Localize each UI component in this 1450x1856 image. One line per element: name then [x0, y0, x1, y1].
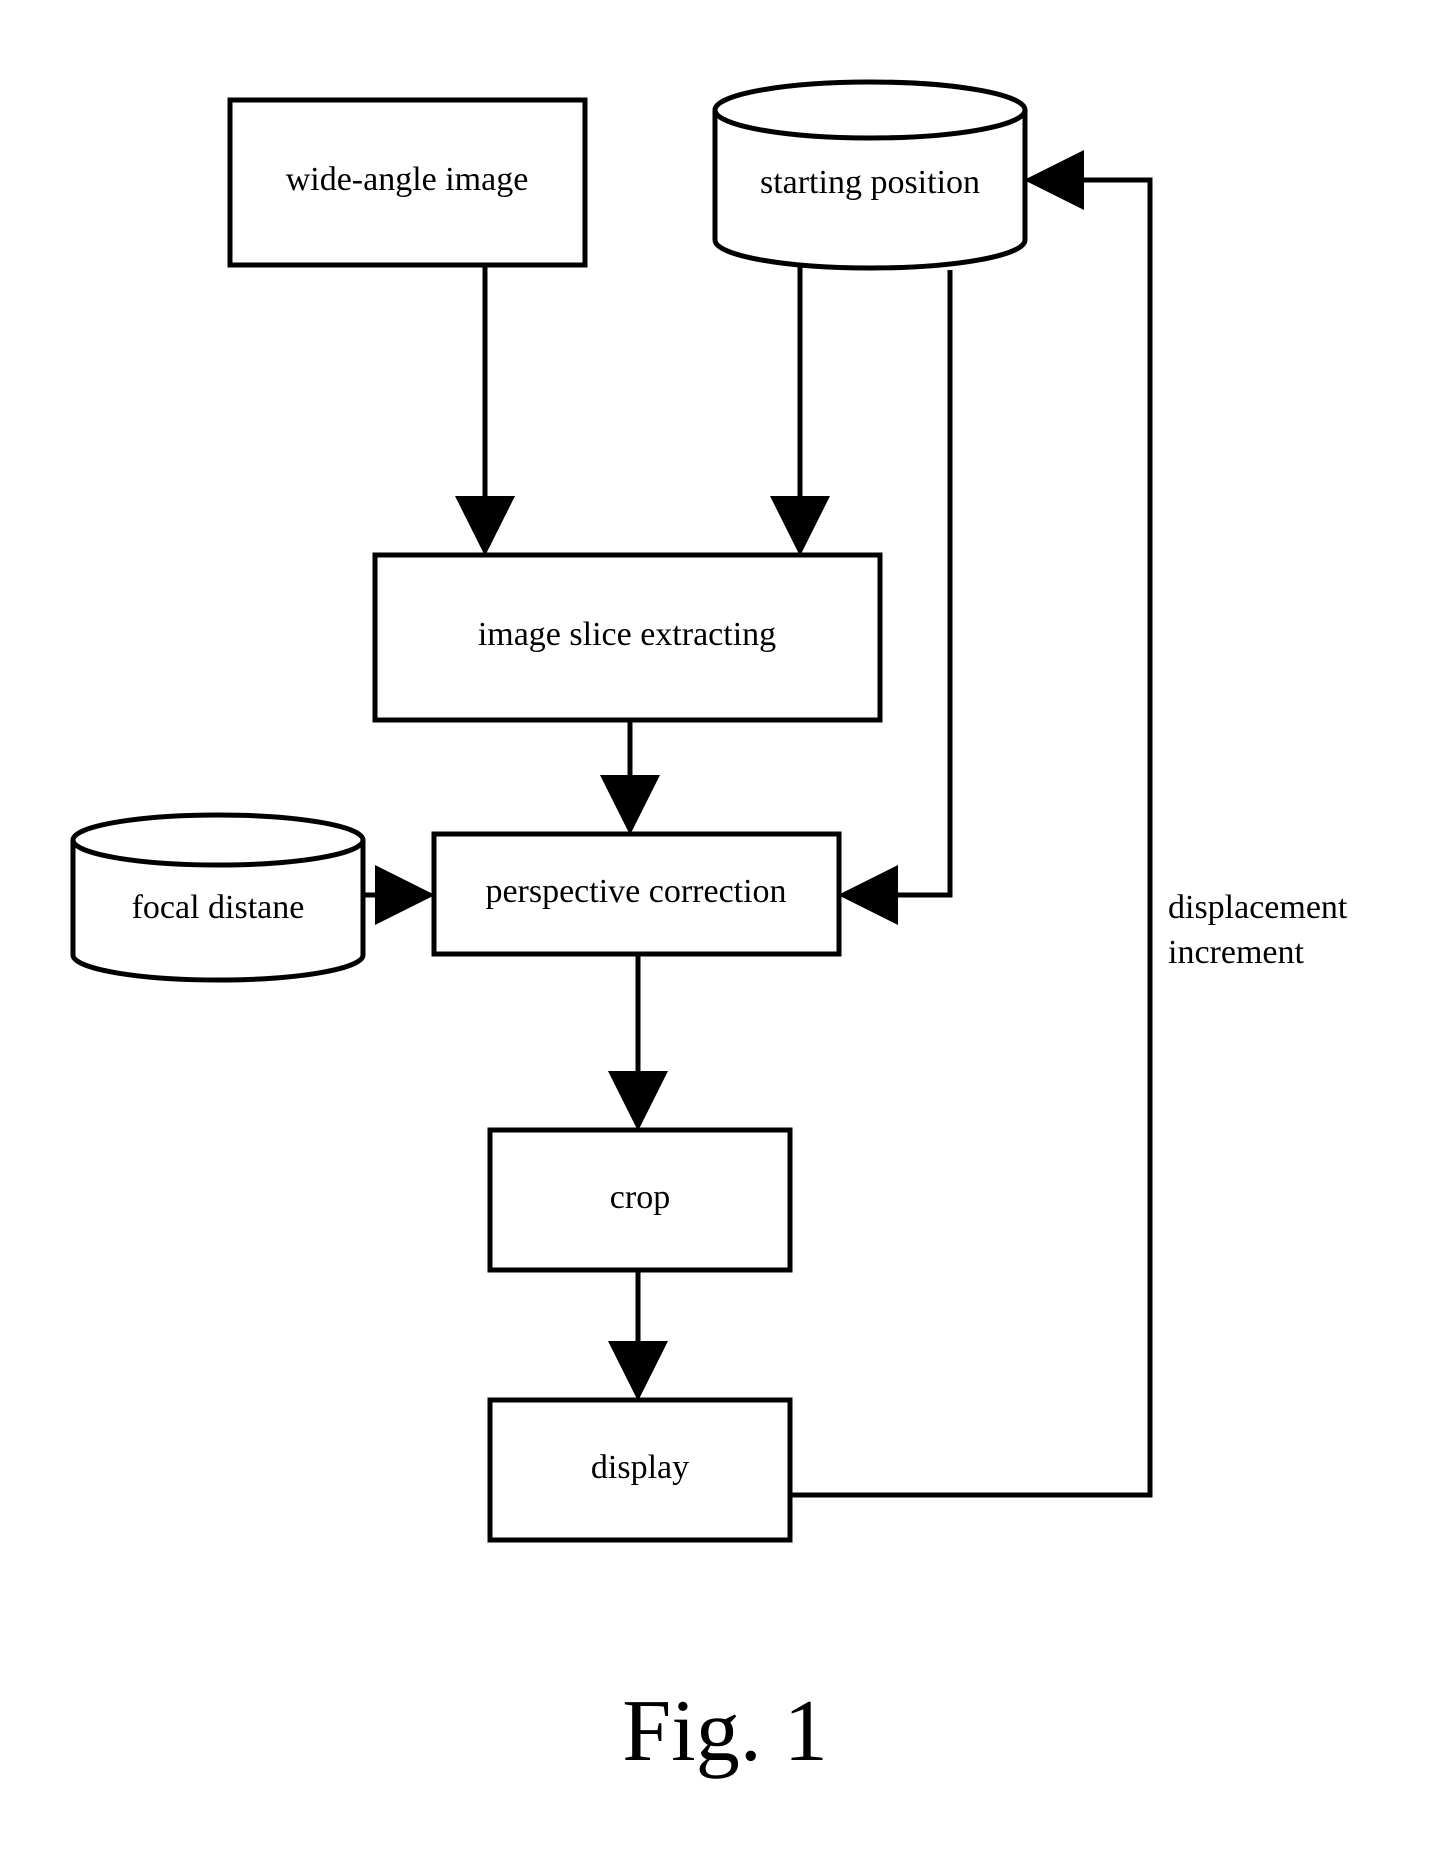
crop-label: crop [610, 1179, 670, 1216]
displacement-increment-label-2: increment [1168, 934, 1304, 971]
node-perspective-correction: perspective correction [434, 834, 839, 954]
figure-caption: Fig. 1 [622, 1683, 827, 1780]
node-crop: crop [490, 1130, 790, 1270]
node-image-slice-extracting: image slice extracting [375, 555, 880, 720]
node-wide-angle-image: wide-angle image [230, 100, 585, 265]
display-label: display [591, 1449, 689, 1486]
arrow-display-feedback [790, 180, 1150, 1495]
wide-angle-label: wide-angle image [286, 161, 529, 198]
node-focal-distance: focal distane [73, 815, 363, 980]
flowchart: wide-angle image starting position image… [0, 0, 1450, 1856]
arrow-start-to-perspective [844, 270, 950, 895]
focal-distance-label: focal distane [132, 889, 305, 926]
perspective-label: perspective correction [485, 873, 786, 910]
node-display: display [490, 1400, 790, 1540]
image-slice-label: image slice extracting [478, 616, 776, 653]
starting-position-label: starting position [760, 164, 980, 201]
displacement-increment-label-1: displacement [1168, 889, 1348, 926]
node-starting-position: starting position [715, 82, 1025, 268]
